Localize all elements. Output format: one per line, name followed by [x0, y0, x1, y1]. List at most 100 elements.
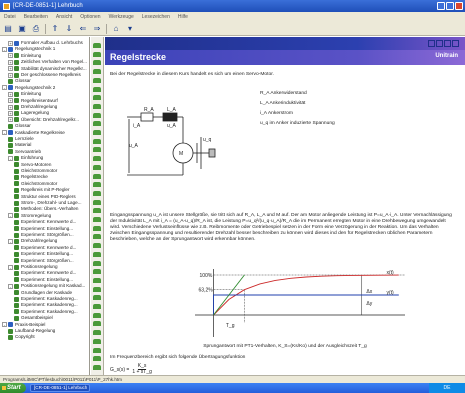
toc-icon[interactable]: ▤ [3, 24, 13, 34]
tree-item[interactable]: Material [8, 142, 31, 148]
menu-item-1[interactable]: Bearbeiten [24, 14, 48, 20]
collapse-icon[interactable]: - [8, 238, 13, 244]
tree-item[interactable]: Copyright [8, 334, 35, 340]
tree-item[interactable]: - Drehzahlregelung [8, 238, 57, 244]
tree-item[interactable]: + Einleitung [8, 91, 41, 97]
expand-icon[interactable]: + [8, 117, 13, 123]
collapse-icon[interactable]: - [2, 85, 7, 91]
page-marker-icon[interactable] [93, 217, 101, 222]
menu-item-6[interactable]: Hilfe [178, 14, 188, 20]
page-marker-icon[interactable] [93, 269, 101, 275]
page-marker-icon[interactable] [93, 164, 101, 170]
page-marker-icon[interactable] [93, 121, 101, 127]
tree-item[interactable]: Experiment: Kennwerte d... [14, 270, 76, 276]
menu-item-0[interactable]: Datei [4, 14, 16, 20]
page-marker-icon[interactable] [93, 77, 101, 83]
back-icon[interactable]: ⇐ [78, 24, 88, 34]
tree-item[interactable]: Gleichstrommotor [14, 168, 57, 174]
tree-item[interactable]: - Regelungstechnik 1 [2, 46, 55, 52]
collapse-icon[interactable]: - [2, 46, 7, 52]
expand-icon[interactable]: + [8, 53, 13, 59]
expand-icon[interactable]: + [8, 66, 13, 72]
page-marker-icon[interactable] [93, 51, 101, 57]
tree-item[interactable]: Experiment: Störgrößen... [14, 258, 74, 264]
page-marker-icon[interactable] [93, 208, 101, 214]
tree-item[interactable]: - Positionsregelung mit Kaskad... [8, 283, 85, 289]
tree-item[interactable]: - Positionsregelung [8, 264, 58, 270]
save-icon[interactable]: ▣ [17, 24, 27, 34]
page-marker-icon[interactable] [93, 199, 101, 205]
tree-item[interactable]: Grundlagen der Kaskade [14, 290, 72, 296]
close-button[interactable] [455, 2, 463, 10]
tree-item[interactable]: + Formaler Aufbau d. Lehrbuchs [8, 40, 83, 46]
page-marker-icon[interactable] [93, 130, 101, 135]
tree-item[interactable]: Experiment: Einstellung... [14, 226, 73, 232]
page-marker-icon[interactable] [93, 260, 101, 266]
expand-icon[interactable]: + [8, 72, 13, 78]
tree-item[interactable]: Regelkreis mit P-Regler [14, 187, 70, 193]
tree-item[interactable]: Experiment: Kaskadenreg... [14, 296, 78, 302]
tree-item[interactable]: Experiment: Einstellung... [14, 277, 73, 283]
tree-item[interactable]: Laufband-Regelung [8, 328, 55, 334]
page-marker-icon[interactable] [93, 251, 101, 257]
page-marker-icon[interactable] [93, 277, 101, 283]
maximize-button[interactable] [446, 2, 454, 10]
page-marker-icon[interactable] [93, 182, 101, 188]
page-marker-icon[interactable] [93, 95, 101, 101]
tree-item[interactable]: Experiment: Kaskadenreg... [14, 309, 78, 315]
page-marker-icon[interactable] [93, 234, 101, 240]
collapse-icon[interactable]: - [2, 130, 7, 136]
print-icon[interactable]: ⎙ [31, 24, 41, 34]
tree-item[interactable]: Experiment: Einstellung... [14, 251, 73, 257]
page-marker-icon[interactable] [93, 60, 101, 66]
page-marker-icon[interactable] [93, 103, 101, 109]
expand-icon[interactable]: + [8, 104, 13, 110]
taskbar-item-lehrbuch[interactable]: [CR-DE-0851-1] Lehrbuch [30, 384, 90, 392]
page-marker-icon[interactable] [93, 286, 101, 292]
tree-item[interactable]: - Einführung [8, 155, 43, 161]
expand-icon[interactable]: + [8, 110, 13, 116]
page-marker-icon[interactable] [93, 112, 101, 118]
tree-item[interactable]: + Lageregelung [8, 110, 49, 116]
expand-icon[interactable]: + [8, 91, 13, 97]
page-marker-icon[interactable] [93, 356, 101, 362]
page-marker-icon[interactable] [93, 243, 101, 249]
tree-item[interactable]: Regelstrecke [14, 174, 48, 180]
minimize-button[interactable] [437, 2, 445, 10]
tree-item[interactable]: Experiment: Kennwerte d... [14, 245, 76, 251]
tree-item[interactable]: Servo-Motoren [14, 162, 51, 168]
page-marker-icon[interactable] [93, 43, 101, 48]
dropdown-icon[interactable]: ▾ [125, 24, 135, 34]
page-marker-icon[interactable] [93, 321, 101, 327]
menu-item-2[interactable]: Ansicht [56, 14, 72, 20]
tree-item[interactable]: Servoantrieb [8, 149, 41, 155]
page-marker-icon[interactable] [93, 364, 101, 370]
tree-item[interactable]: + Einleitung [8, 53, 41, 59]
tree-item[interactable]: + Zeitliches Verhalten von Regel... [8, 59, 87, 65]
collapse-icon[interactable]: - [8, 283, 13, 289]
expand-icon[interactable]: + [8, 40, 13, 46]
tree-item[interactable]: - Stromregelung [8, 213, 51, 219]
page-marker-icon[interactable] [93, 86, 101, 92]
tree-item[interactable]: Experiment: Störgrößen... [14, 232, 74, 238]
page-marker-icon[interactable] [93, 69, 101, 75]
menu-item-5[interactable]: Lesezeichen [142, 14, 170, 20]
expand-icon[interactable]: + [8, 59, 13, 65]
tree-item[interactable]: Lernziele [8, 136, 34, 142]
page-marker-icon[interactable] [93, 347, 101, 353]
tree-item[interactable]: Glossar [8, 123, 31, 129]
tree-item[interactable]: + Drehzahlregelung [8, 104, 57, 110]
bookmark-icon[interactable]: ⌂ [111, 24, 121, 34]
tree-item[interactable]: + Regelkreisentwurf [8, 98, 58, 104]
tree-item[interactable]: - Kaskadierte Regelkreise [2, 130, 65, 136]
tree-item[interactable]: Experiment: Kennwerte d... [14, 219, 76, 225]
tree-item[interactable]: Methoden: Übers.-Verhalten [14, 206, 78, 212]
up-icon[interactable]: ⇑ [50, 24, 60, 34]
tree-item[interactable]: Experiment: Kaskadenreg... [14, 302, 78, 308]
tree-item[interactable]: + Übersicht: Drehzahlregelkr... [8, 117, 79, 123]
page-marker-icon[interactable] [93, 173, 101, 179]
page-marker-icon[interactable] [93, 156, 101, 162]
page-marker-icon[interactable] [93, 190, 101, 196]
tree-item[interactable]: + Stabilität dynamischer Regelkr... [8, 66, 87, 72]
collapse-icon[interactable]: - [8, 155, 13, 161]
